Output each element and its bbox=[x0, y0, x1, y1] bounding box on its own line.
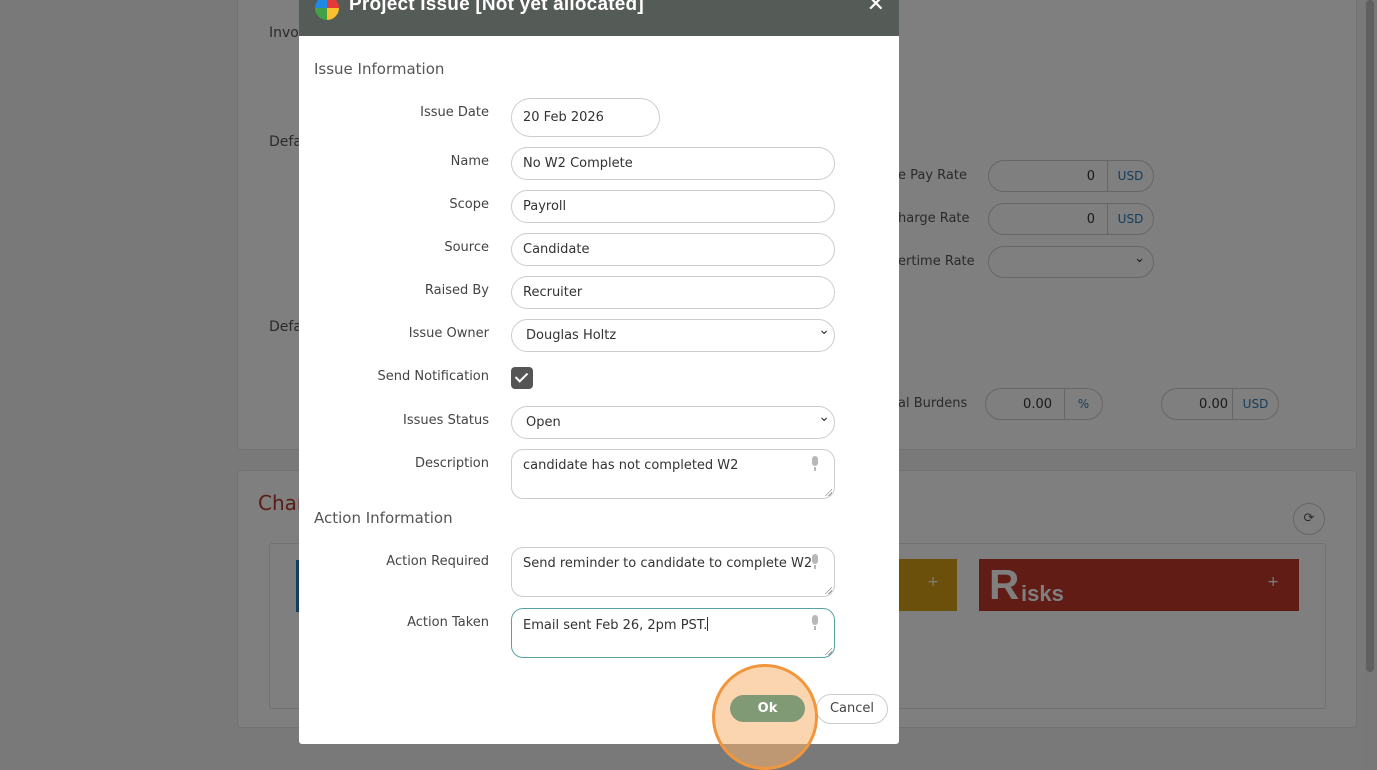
issue-date-input[interactable]: 20 Feb 2026 bbox=[511, 98, 660, 137]
action-taken-textarea[interactable]: Email sent Feb 26, 2pm PST. bbox=[511, 608, 835, 658]
app-logo-icon bbox=[315, 0, 339, 20]
modal-header: Project Issue [Not yet allocated] ✕ bbox=[299, 0, 899, 36]
action-required-value: Send reminder to candidate to complete W… bbox=[523, 556, 813, 571]
resize-handle-icon[interactable] bbox=[824, 488, 832, 496]
issue-owner-select[interactable]: Douglas Holtz bbox=[511, 315, 835, 352]
issue-date-label: Issue Date bbox=[420, 105, 489, 120]
resize-handle-icon[interactable] bbox=[824, 647, 832, 655]
description-label: Description bbox=[414, 456, 489, 471]
scope-input[interactable]: Payroll bbox=[511, 190, 835, 223]
source-label: Source bbox=[444, 240, 489, 255]
action-required-textarea[interactable]: Send reminder to candidate to complete W… bbox=[511, 547, 835, 597]
source-input[interactable]: Candidate bbox=[511, 233, 835, 266]
issue-information-heading: Issue Information bbox=[314, 60, 445, 78]
description-textarea[interactable]: candidate has not completed W2 bbox=[511, 449, 835, 499]
name-input[interactable]: No W2 Complete bbox=[511, 147, 835, 180]
action-taken-value: Email sent Feb 26, 2pm PST. bbox=[523, 618, 708, 633]
issue-owner-label: Issue Owner bbox=[408, 326, 489, 341]
raised-by-label: Raised By bbox=[424, 283, 489, 298]
raised-by-input[interactable]: Recruiter bbox=[511, 276, 835, 309]
close-icon[interactable]: ✕ bbox=[867, 0, 885, 17]
microphone-icon[interactable] bbox=[810, 554, 820, 570]
modal-title: Project Issue [Not yet allocated] bbox=[349, 0, 644, 15]
microphone-icon[interactable] bbox=[810, 456, 820, 472]
action-taken-label: Action Taken bbox=[407, 615, 489, 630]
send-notification-checkbox[interactable] bbox=[511, 367, 533, 389]
microphone-icon[interactable] bbox=[810, 615, 820, 631]
project-issue-modal: Project Issue [Not yet allocated] ✕ Issu… bbox=[299, 0, 899, 744]
issues-status-select[interactable]: Open bbox=[511, 402, 835, 439]
name-label: Name bbox=[450, 154, 489, 169]
action-required-label: Action Required bbox=[386, 554, 489, 569]
scope-label: Scope bbox=[449, 197, 489, 212]
issue-owner-value: Douglas Holtz bbox=[526, 328, 617, 343]
issues-status-label: Issues Status bbox=[403, 413, 489, 428]
cancel-button[interactable]: Cancel bbox=[816, 694, 888, 724]
text-cursor bbox=[707, 617, 709, 631]
issues-status-value: Open bbox=[526, 415, 561, 430]
resize-handle-icon[interactable] bbox=[824, 586, 832, 594]
ok-button[interactable]: Ok bbox=[730, 695, 805, 722]
send-notification-label: Send Notification bbox=[377, 369, 489, 384]
description-value: candidate has not completed W2 bbox=[523, 458, 739, 473]
action-information-heading: Action Information bbox=[314, 509, 453, 527]
